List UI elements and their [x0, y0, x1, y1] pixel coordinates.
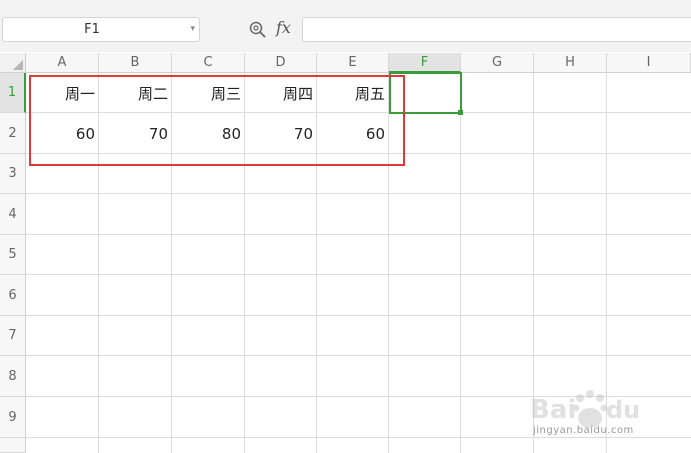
zoom-icon[interactable]	[248, 20, 268, 40]
watermark-url: jingyan.baidu.com	[533, 425, 634, 436]
column-header-g[interactable]: G	[461, 53, 534, 73]
formula-input[interactable]	[302, 17, 691, 42]
row-header-1[interactable]: 1	[0, 73, 26, 113]
formula-bar: F1 ▾ fx	[0, 0, 691, 52]
svg-text:du: du	[606, 396, 640, 424]
select-all-corner[interactable]	[0, 53, 26, 73]
column-header-d[interactable]: D	[245, 53, 317, 73]
column-header-e[interactable]: E	[317, 53, 389, 73]
row-header-8[interactable]: 8	[0, 356, 26, 397]
column-header-c[interactable]: C	[172, 53, 245, 73]
fx-icon[interactable]: fx	[276, 18, 291, 37]
chevron-down-icon[interactable]: ▾	[190, 18, 195, 41]
row-header-stub	[0, 438, 26, 453]
row-header-5[interactable]: 5	[0, 235, 26, 275]
row-header-9[interactable]: 9	[0, 397, 26, 438]
row-header-7[interactable]: 7	[0, 316, 26, 356]
select-all-icon	[13, 60, 23, 70]
column-header-i[interactable]: I	[607, 53, 691, 73]
row-header-3[interactable]: 3	[0, 154, 26, 194]
column-header-a[interactable]: A	[26, 53, 99, 73]
column-header-f[interactable]: F	[389, 53, 461, 73]
column-header-b[interactable]: B	[99, 53, 172, 73]
column-header-h[interactable]: H	[534, 53, 607, 73]
svg-text:Bai: Bai	[530, 395, 576, 425]
highlight-annotation-box	[29, 75, 405, 166]
name-box[interactable]: F1 ▾	[2, 17, 200, 42]
fill-handle[interactable]	[458, 110, 463, 115]
row-header-2[interactable]: 2	[0, 113, 26, 154]
row-header-6[interactable]: 6	[0, 275, 26, 316]
name-box-value: F1	[84, 22, 100, 37]
row-header-4[interactable]: 4	[0, 194, 26, 235]
